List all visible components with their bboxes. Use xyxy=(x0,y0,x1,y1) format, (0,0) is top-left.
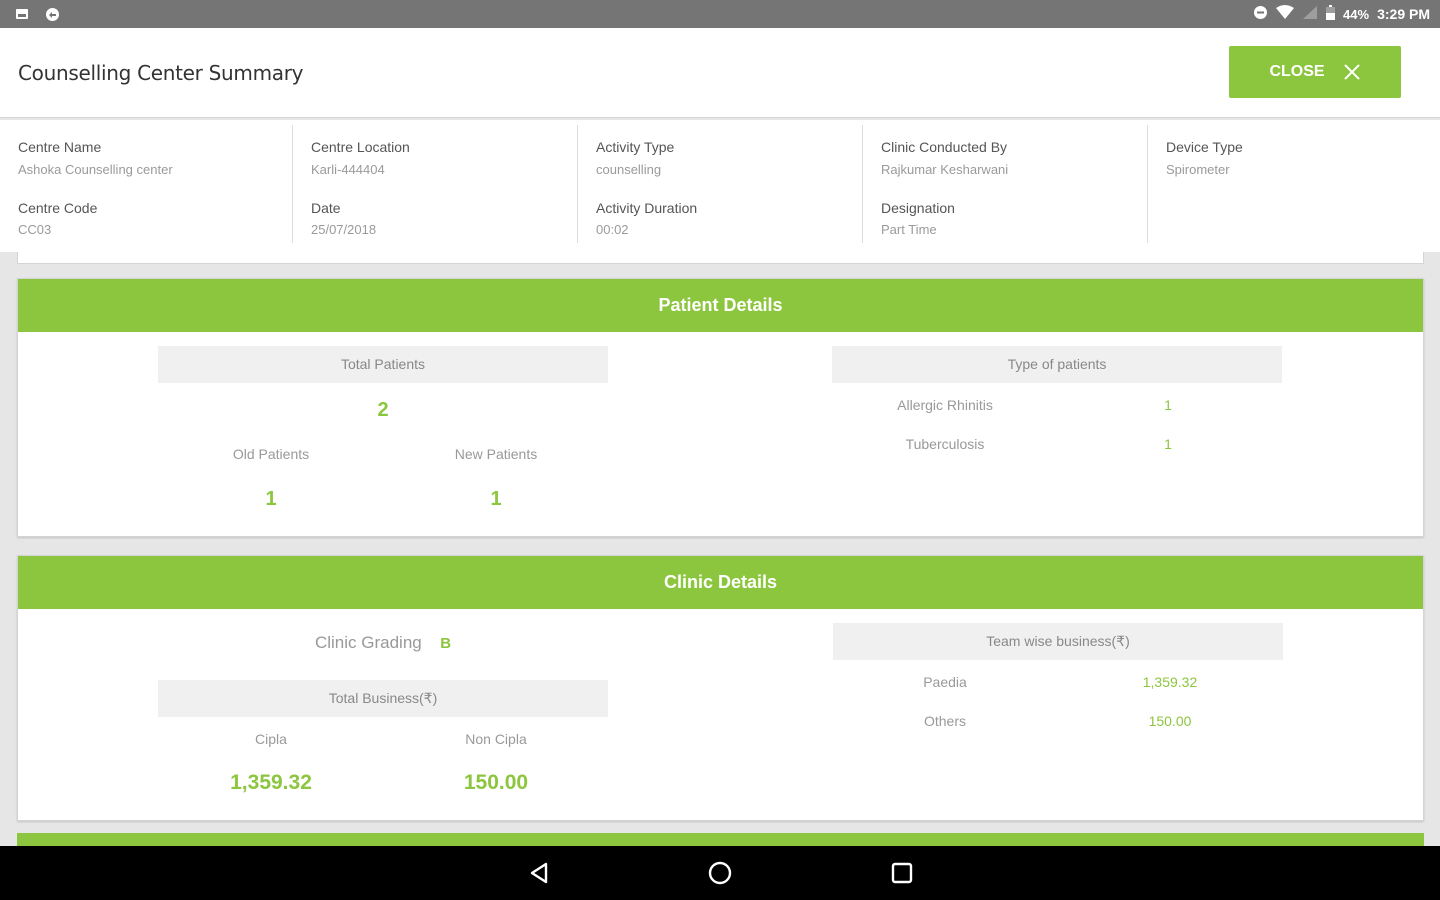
info-column-activity: Activity Type counselling Activity Durat… xyxy=(577,125,862,243)
patient-types-header: Type of patients xyxy=(832,346,1282,383)
team-name: Paedia xyxy=(923,674,967,690)
old-patients-value: 1 xyxy=(265,488,277,510)
wifi-icon xyxy=(1276,5,1295,23)
activity-duration-value: 00:02 xyxy=(596,222,629,237)
total-patients-header: Total Patients xyxy=(158,346,608,383)
clock: 3:29 PM xyxy=(1377,6,1430,22)
clinic-details-title: Clinic Details xyxy=(18,556,1423,609)
team-name: Others xyxy=(923,713,966,729)
clinic-details-card: Clinic Details Clinic Grading B Total Bu… xyxy=(17,555,1424,821)
centre-location-value: Karli-444404 xyxy=(311,162,385,177)
centre-name-label: Centre Name xyxy=(18,139,102,155)
date-label: Date xyxy=(311,200,341,216)
recent-apps-icon[interactable] xyxy=(889,860,915,886)
new-patients-label: New Patients xyxy=(454,446,538,462)
patient-details-title: Patient Details xyxy=(18,279,1423,332)
patient-type-name: Tuberculosis xyxy=(905,436,985,452)
header: Counselling Center Summary CLOSE xyxy=(0,28,1440,118)
non-cipla-value: 150.00 xyxy=(463,771,529,794)
total-business-header: Total Business(₹) xyxy=(158,680,608,717)
centre-code-label: Centre Code xyxy=(18,200,98,216)
navigation-bar xyxy=(0,846,1440,900)
activity-type-label: Activity Type xyxy=(596,139,675,155)
device-type-label: Device Type xyxy=(1166,139,1243,155)
info-column-device: Device Type Spirometer xyxy=(1147,125,1432,243)
page-title: Counselling Center Summary xyxy=(18,61,304,85)
patient-type-count: 1 xyxy=(1164,397,1172,413)
team-value: 150.00 xyxy=(1148,713,1192,729)
total-patients-value: 2 xyxy=(377,399,389,421)
designation-label: Designation xyxy=(881,200,955,216)
conducted-by-value: Rajkumar Kesharwani xyxy=(881,162,1009,177)
designation-value: Part Time xyxy=(881,222,937,237)
patient-type-name: Allergic Rhinitis xyxy=(897,397,993,413)
device-type-value: Spirometer xyxy=(1166,162,1230,177)
info-column-centre: Centre Name Ashoka Counselling center Ce… xyxy=(0,125,285,243)
activity-type-value: counselling xyxy=(596,162,662,177)
old-patients-label: Old Patients xyxy=(232,446,310,462)
cipla-label: Cipla xyxy=(255,731,287,747)
info-column-location: Centre Location Karli-444404 Date 25/07/… xyxy=(292,125,577,243)
data-saver-icon xyxy=(1253,5,1268,23)
clinic-grading-label: Clinic Grading xyxy=(314,633,422,652)
close-button[interactable]: CLOSE xyxy=(1229,46,1401,98)
date-value: 25/07/2018 xyxy=(311,222,377,237)
center-info: Centre Name Ashoka Counselling center Ce… xyxy=(0,120,1440,252)
patient-details-card: Patient Details Total Patients 2 Old Pat… xyxy=(17,278,1424,537)
sync-notification-icon xyxy=(44,6,60,22)
home-icon[interactable] xyxy=(707,860,733,886)
team-business-header: Team wise business(₹) xyxy=(833,623,1283,660)
battery-icon xyxy=(1326,5,1336,23)
close-button-label: CLOSE xyxy=(1269,63,1325,80)
centre-location-label: Centre Location xyxy=(311,139,410,155)
battery-percent: 44% xyxy=(1343,6,1370,22)
cipla-value: 1,359.32 xyxy=(230,771,312,794)
centre-code-value: CC03 xyxy=(18,222,52,237)
conducted-by-label: Clinic Conducted By xyxy=(881,139,1008,155)
status-bar: 44% 3:29 PM xyxy=(0,0,1440,28)
centre-name-value: Ashoka Counselling center xyxy=(18,162,173,177)
new-patients-value: 1 xyxy=(490,488,502,510)
next-card-header xyxy=(17,833,1424,846)
info-column-conductor: Clinic Conducted By Rajkumar Kesharwani … xyxy=(862,125,1147,243)
info-card-edge xyxy=(17,252,1424,264)
close-icon xyxy=(1343,63,1361,81)
clinic-grading-value: B xyxy=(440,635,452,652)
patient-type-count: 1 xyxy=(1164,436,1172,452)
team-value: 1,359.32 xyxy=(1142,674,1198,690)
clinic-grading: Clinic Grading B xyxy=(158,633,608,653)
activity-duration-label: Activity Duration xyxy=(596,200,698,216)
non-cipla-label: Non Cipla xyxy=(465,731,527,747)
cell-signal-icon xyxy=(1302,5,1318,23)
back-icon[interactable] xyxy=(526,860,552,886)
image-notification-icon xyxy=(14,6,30,22)
